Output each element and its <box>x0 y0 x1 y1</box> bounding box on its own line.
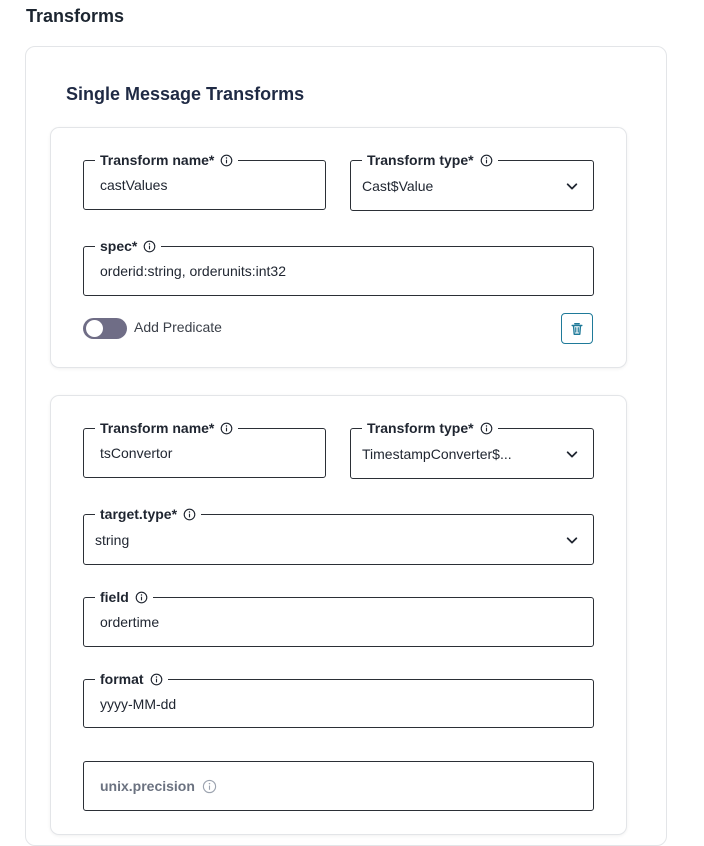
transform-name-input[interactable]: tsConvertor <box>100 429 172 477</box>
transform-type-value: Cast$Value <box>362 177 434 194</box>
info-icon[interactable] <box>480 154 493 167</box>
chevron-down-icon[interactable] <box>565 179 579 193</box>
spec-field[interactable]: spec* orderid:string, orderunits:int32 <box>83 237 594 296</box>
format-field[interactable]: format yyyy-MM-dd <box>83 670 594 728</box>
format-input[interactable]: yyyy-MM-dd <box>100 680 176 727</box>
field-field[interactable]: field ordertime <box>83 588 594 647</box>
target-type-value: string <box>95 531 130 548</box>
unix-precision-field[interactable]: unix.precision <box>83 761 594 811</box>
target-type-select[interactable]: target.type* string <box>83 505 594 565</box>
toggle-knob <box>86 320 103 337</box>
info-icon[interactable] <box>220 422 233 435</box>
info-icon[interactable] <box>202 779 217 794</box>
trash-icon <box>571 322 583 335</box>
add-predicate-label: Add Predicate <box>134 319 222 335</box>
field-input[interactable]: ordertime <box>100 598 159 646</box>
section-title: Transforms <box>26 6 125 26</box>
unix-precision-label: unix.precision <box>100 778 195 794</box>
add-predicate-toggle[interactable] <box>83 318 127 339</box>
transform-type-value: TimestampConverter$... <box>362 445 512 462</box>
transform-name-input[interactable]: castValues <box>100 161 167 209</box>
transform-name-field[interactable]: Transform name* castValues <box>83 151 326 210</box>
card-title: Single Message Transforms <box>66 84 305 104</box>
transform-name-field[interactable]: Transform name* tsConvertor <box>83 419 326 478</box>
spec-input[interactable]: orderid:string, orderunits:int32 <box>100 247 286 295</box>
chevron-down-icon[interactable] <box>565 447 579 461</box>
chevron-down-icon[interactable] <box>565 533 579 547</box>
transform-type-select[interactable]: Transform type* TimestampConverter$... <box>350 419 594 479</box>
info-icon[interactable] <box>220 154 233 167</box>
delete-transform-button[interactable] <box>561 313 593 344</box>
transform-type-select[interactable]: Transform type* Cast$Value <box>350 151 594 211</box>
info-icon[interactable] <box>183 508 196 521</box>
